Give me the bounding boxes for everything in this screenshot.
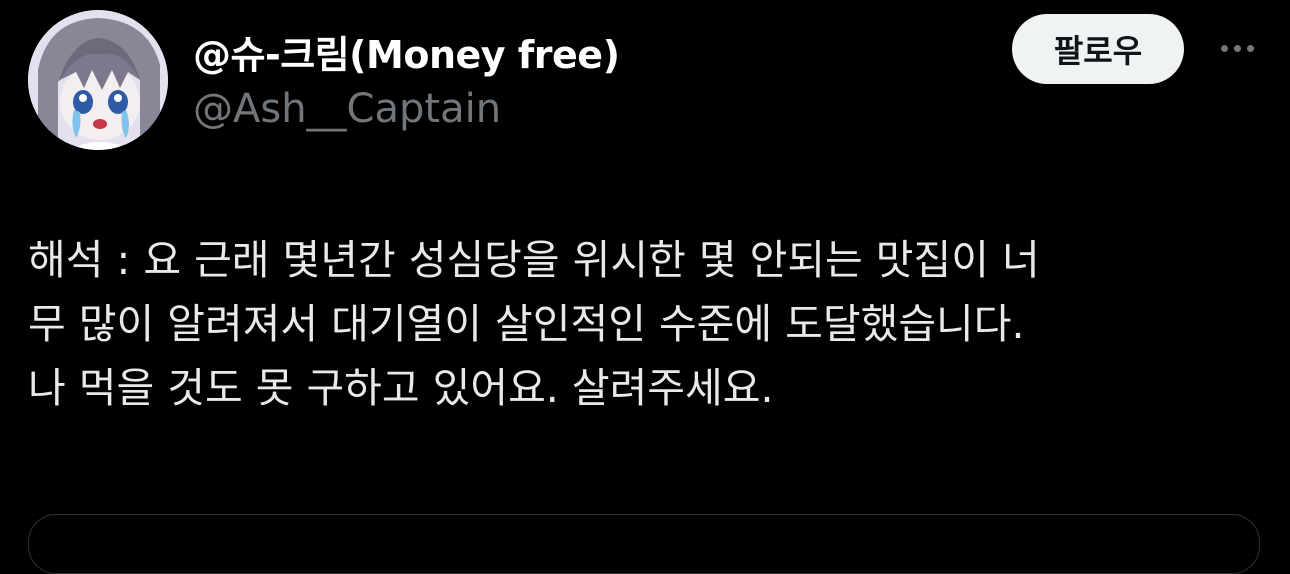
follow-button[interactable]: 팔로우 <box>1012 14 1184 84</box>
avatar[interactable] <box>28 10 168 150</box>
tweet-text-line: 해석 : 요 근래 몇년간 성심당을 위시한 몇 안되는 맛집이 너 <box>28 236 1040 284</box>
more-options-icon[interactable] <box>1212 30 1262 66</box>
tweet-text-line: 나 먹을 것도 못 구하고 있어요. 살려주세요. <box>28 364 774 412</box>
quote-card[interactable] <box>28 514 1260 574</box>
user-handle[interactable]: @Ash__Captain <box>193 86 501 132</box>
dot-icon <box>1246 44 1254 52</box>
dot-icon <box>1233 44 1241 52</box>
anime-avatar-icon <box>28 10 168 150</box>
dot-icon <box>1220 44 1228 52</box>
display-name[interactable]: @슈-크림(Money free) <box>193 24 620 79</box>
tweet-text-line: 무 많이 알려져서 대기열이 살인적인 수준에 도달했습니다. <box>28 300 1025 348</box>
tweet-text: 해석 : 요 근래 몇년간 성심당을 위시한 몇 안되는 맛집이 너 무 많이 … <box>28 228 1253 420</box>
